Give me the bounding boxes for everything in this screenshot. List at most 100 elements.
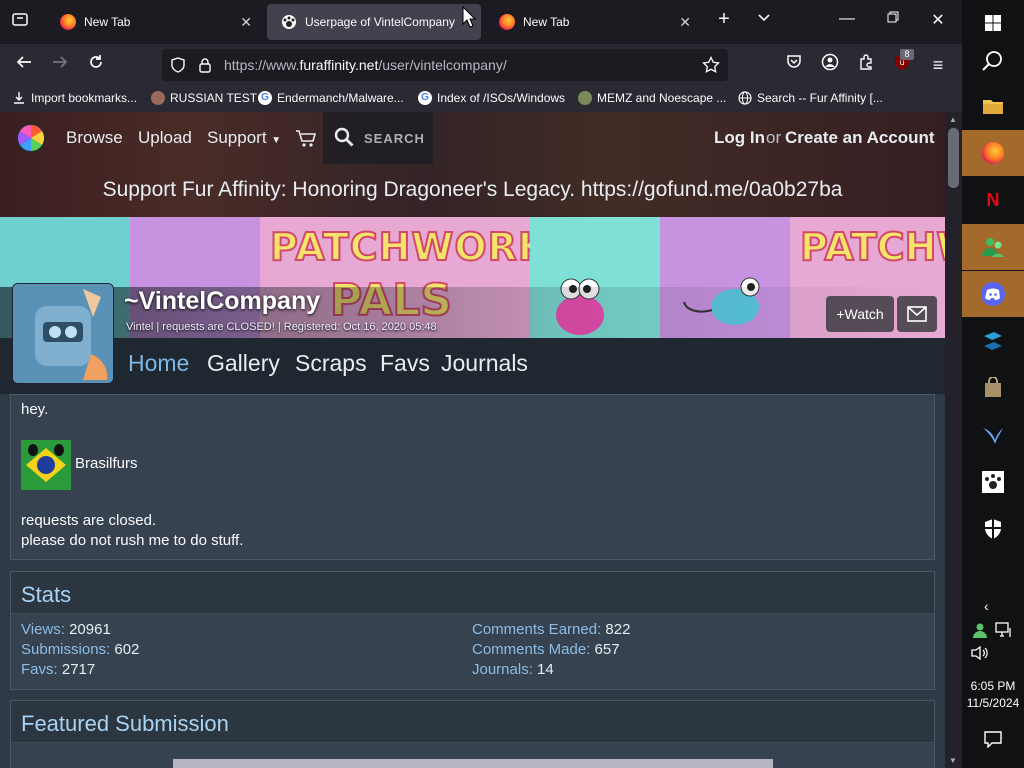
taskbar-bird-app[interactable] xyxy=(962,412,1024,458)
reload-icon[interactable] xyxy=(84,53,108,77)
featured-thumbnail[interactable] xyxy=(173,759,773,768)
watch-button[interactable]: +Watch xyxy=(826,296,894,332)
message-button[interactable] xyxy=(897,296,937,332)
page-scrollbar[interactable]: ▲ ▼ xyxy=(945,112,962,768)
clock-date[interactable]: 11/5/2024 xyxy=(962,696,1024,710)
tab-scraps[interactable]: Scraps xyxy=(295,350,367,377)
bookmark-import[interactable]: Import bookmarks... xyxy=(12,91,137,105)
site-search[interactable]: SEARCH xyxy=(323,112,433,164)
cart-icon[interactable] xyxy=(295,129,317,154)
close-window-button[interactable]: ✕ xyxy=(926,10,950,30)
bookmark-endermanch[interactable]: G Endermanch/Malware... xyxy=(258,91,404,105)
pocket-icon[interactable] xyxy=(782,53,806,77)
close-tab-icon[interactable]: ✕ xyxy=(679,14,691,31)
tab-journals[interactable]: Journals xyxy=(441,350,528,377)
taskbar-paw-app[interactable] xyxy=(962,459,1024,505)
site-nav: Browse Upload Support ▼ SEARCH Log In or… xyxy=(0,112,945,164)
bookmarks-toolbar: Import bookmarks... RUSSIAN TEST G Ender… xyxy=(0,86,962,112)
tab-overview-icon[interactable] xyxy=(8,10,32,33)
user-status-icon[interactable] xyxy=(972,622,988,643)
tab-title: Userpage of VintelCompany xyxy=(305,15,455,29)
profile-line-2: please do not rush me to do stuff. xyxy=(21,532,244,549)
fa-logo-icon[interactable] xyxy=(14,121,48,160)
notifications-icon[interactable] xyxy=(984,730,1002,753)
forward-icon[interactable] xyxy=(48,53,72,77)
taskbar-file-explorer[interactable] xyxy=(962,83,1024,129)
paw-icon xyxy=(982,471,1004,493)
banner-art-title-repeat: PATCHW xyxy=(799,224,945,270)
site-icon xyxy=(151,91,165,105)
create-account-link[interactable]: Create an Account xyxy=(785,128,935,148)
group-name[interactable]: Brasilfurs xyxy=(75,455,138,472)
taskbar-people-app[interactable] xyxy=(962,224,1024,270)
stat-key: Comments Made: xyxy=(472,641,591,658)
tab-home[interactable]: Home xyxy=(128,350,189,377)
lock-icon[interactable] xyxy=(198,57,212,78)
bookmark-star-icon[interactable] xyxy=(702,55,720,79)
firefox-icon xyxy=(499,14,515,30)
support-banner-link[interactable]: Support Fur Affinity: Honoring Dragoneer… xyxy=(0,178,945,202)
volume-icon[interactable] xyxy=(971,645,989,666)
taskbar-app-blue[interactable] xyxy=(962,318,1024,364)
address-bar[interactable]: https://www.furaffinity.net/user/vintelc… xyxy=(162,49,728,81)
search-button[interactable] xyxy=(962,38,1024,84)
ublock-icon[interactable]: u 8 xyxy=(890,49,914,77)
network-icon[interactable] xyxy=(995,622,1013,643)
bookmark-label: Endermanch/Malware... xyxy=(277,91,404,105)
tab-favs[interactable]: Favs xyxy=(380,350,430,377)
stat-submissions: Submissions: 602 xyxy=(21,641,139,658)
tab-new-1[interactable]: New Tab ✕ xyxy=(46,4,262,40)
tab-new-2[interactable]: New Tab ✕ xyxy=(485,4,701,40)
search-icon xyxy=(982,51,1002,71)
bookmark-label: Index of /ISOs/Windows xyxy=(437,91,566,105)
stat-key: Favs: xyxy=(21,661,58,678)
clock-time[interactable]: 6:05 PM xyxy=(962,679,1024,693)
tab-userpage[interactable]: Userpage of VintelCompany xyxy=(267,4,481,40)
taskbar-security[interactable] xyxy=(962,506,1024,552)
featured-title: Featured Submission xyxy=(11,701,934,743)
new-tab-button[interactable]: + xyxy=(712,8,736,31)
list-tabs-icon[interactable] xyxy=(752,10,776,29)
tab-gallery[interactable]: Gallery xyxy=(207,350,280,377)
taskbar-store[interactable] xyxy=(962,365,1024,411)
nav-upload[interactable]: Upload xyxy=(138,128,192,148)
stat-key: Views: xyxy=(21,621,65,638)
navigation-toolbar: https://www.furaffinity.net/user/vintelc… xyxy=(0,44,962,86)
minimize-button[interactable]: — xyxy=(835,10,859,28)
user-avatar[interactable] xyxy=(12,283,114,384)
bookmark-label: MEMZ and Noescape ... xyxy=(597,91,727,105)
scroll-thumb[interactable] xyxy=(948,128,959,188)
tab-title: New Tab xyxy=(523,15,570,29)
stat-value: 20961 xyxy=(69,621,111,638)
back-icon[interactable] xyxy=(12,53,36,77)
firefox-icon xyxy=(982,142,1004,164)
username: ~VintelCompany xyxy=(124,287,321,315)
close-tab-icon[interactable]: ✕ xyxy=(240,14,252,31)
taskbar-firefox[interactable] xyxy=(962,130,1024,176)
bookmark-russian-test[interactable]: RUSSIAN TEST xyxy=(151,91,257,105)
menu-icon[interactable]: ≡ xyxy=(926,53,950,77)
search-label: SEARCH xyxy=(364,131,425,146)
stat-key: Submissions: xyxy=(21,641,111,658)
login-link[interactable]: Log In xyxy=(714,128,765,148)
shield-icon[interactable] xyxy=(170,57,186,78)
discord-icon xyxy=(981,282,1005,306)
extensions-icon[interactable] xyxy=(854,53,878,77)
bookmark-memz[interactable]: MEMZ and Noescape ... xyxy=(578,91,726,105)
shield-icon xyxy=(985,519,1001,539)
account-icon[interactable] xyxy=(818,53,842,77)
bookmark-isos[interactable]: G Index of /ISOs/Windows xyxy=(418,91,565,105)
taskbar-netflix[interactable]: N xyxy=(962,177,1024,223)
scroll-up-icon[interactable]: ▲ xyxy=(949,115,957,124)
taskbar-discord[interactable] xyxy=(962,271,1024,317)
url-text[interactable]: https://www.furaffinity.net/user/vintelc… xyxy=(224,57,507,73)
restore-button[interactable] xyxy=(881,10,905,28)
scroll-down-icon[interactable]: ▼ xyxy=(949,756,957,765)
show-hidden-icons[interactable]: ‹ xyxy=(984,598,989,614)
nav-support-label: Support xyxy=(207,128,267,147)
brasilfurs-icon[interactable] xyxy=(21,440,71,490)
bookmark-furaffinity-search[interactable]: Search -- Fur Affinity [... xyxy=(738,91,883,105)
nav-browse[interactable]: Browse xyxy=(66,128,123,148)
nav-support[interactable]: Support ▼ xyxy=(207,128,281,148)
windows-taskbar: N ‹ 6:05 PM 11/5/2024 xyxy=(962,0,1024,768)
